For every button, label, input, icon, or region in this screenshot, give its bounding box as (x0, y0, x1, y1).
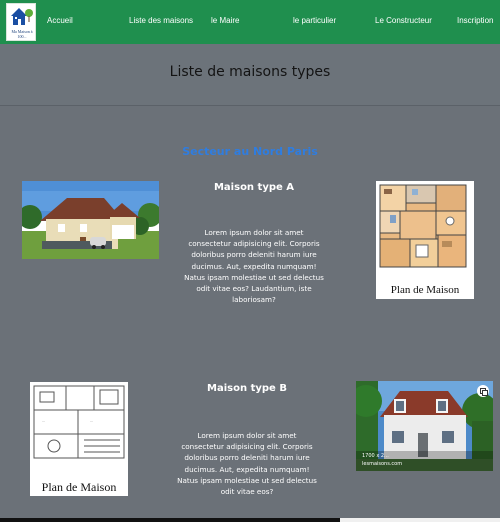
house-a-title: Maison type A (213, 182, 294, 193)
expand-icon[interactable] (477, 385, 489, 397)
logo-text: Ma Maison à 100... (11, 29, 33, 39)
svg-text:—: — (42, 419, 45, 423)
photo-size-label: 1700 x 2... (362, 453, 389, 459)
house-b-plan-caption: Plan de Maison (41, 480, 117, 494)
nav-le-constructeur[interactable]: Le Constructeur (375, 16, 432, 25)
site-logo[interactable]: Ma Maison à 100... (6, 3, 36, 41)
navbar: Ma Maison à 100... Accueil Liste des mai… (0, 0, 500, 44)
house-b-plan[interactable]: — — Plan de Maison (30, 382, 128, 496)
nav-accueil[interactable]: Accueil (47, 16, 73, 25)
section-title: Secteur au Nord Paris (182, 145, 318, 158)
house-logo-icon (11, 8, 33, 25)
house-b-title: Maison type B (207, 383, 287, 394)
page-title: Liste de maisons types (169, 64, 331, 80)
scrollbar-thumb[interactable] (340, 518, 500, 522)
nav-inscription[interactable]: Inscription (457, 16, 493, 25)
house-a-plan-caption: Plan de Maison (390, 284, 460, 296)
house-b-photo[interactable]: 1700 x 2... lesmaisons.com (356, 381, 493, 471)
house-a-description: Lorem ipsum dolor sit amet consectetur a… (184, 228, 324, 305)
nav-le-maire[interactable]: le Maire (211, 16, 239, 25)
nav-le-particulier[interactable]: le particulier (293, 16, 336, 25)
house-a-plan[interactable]: Plan de Maison (376, 181, 474, 299)
photo-source[interactable]: lesmaisons.com (362, 461, 402, 467)
house-a-photo[interactable] (22, 181, 159, 259)
svg-text:—: — (90, 419, 93, 423)
nav-liste-des-maisons[interactable]: Liste des maisons (129, 16, 193, 25)
house-b-description: Lorem ipsum dolor sit amet consectetur a… (177, 431, 317, 497)
